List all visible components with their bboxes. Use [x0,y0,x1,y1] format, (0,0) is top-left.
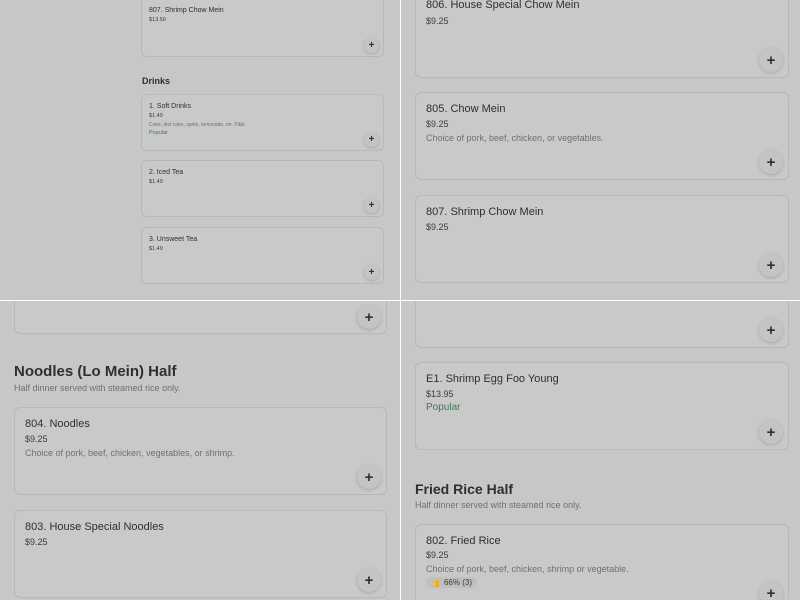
thumbs-up-icon: 👍 [431,578,441,587]
add-item-button[interactable]: + [364,38,379,53]
plus-icon: + [766,321,776,339]
item-name: 805. Chow Mein [426,103,506,115]
rating-text: 66% (3) [443,578,472,587]
item-price: $9.25 [426,119,449,129]
item-name: 807. Shrimp Chow Mein [149,7,224,14]
item-name: 1. Soft Drinks [149,103,192,110]
bottom-left-panel: + Noodles (Lo Mein) Half Half dinner ser… [0,301,400,600]
add-item-button[interactable]: + [357,568,381,592]
menu-item-card[interactable]: 2. Iced Tea $1.49 + [141,160,384,217]
menu-item-card[interactable]: 804. Noodles $9.25 Choice of pork, beef,… [14,407,387,495]
plus-icon: + [364,308,374,326]
add-item-button[interactable]: + [357,305,381,329]
plus-icon: + [766,256,776,274]
item-price: $9.25 [25,434,48,444]
section-subtitle: Half dinner served with steamed rice onl… [14,383,181,393]
item-name: 802. Fried Rice [426,535,501,547]
item-name: E1. Shrimp Egg Foo Young [426,373,559,385]
item-name: 804. Noodles [25,418,90,430]
item-price: $1.49 [149,113,163,119]
section-title: Fried Rice Half [415,481,514,497]
plus-icon: + [766,51,776,69]
add-item-button[interactable]: + [364,132,379,147]
item-description: Choice of pork, beef, chicken, vegetable… [25,448,235,458]
item-price: $13.95 [426,389,454,399]
item-price: $1.49 [149,179,163,185]
add-item-button[interactable]: + [759,420,783,444]
item-price: $9.25 [426,550,449,560]
item-price: $9.25 [25,537,48,547]
menu-item-card[interactable]: + [14,301,387,334]
item-name: 806. House Special Chow Mein [426,0,580,11]
item-price: $13.50 [149,17,166,23]
menu-item-card[interactable]: 1. Soft Drinks $1.49 Coke, diet coke, sp… [141,94,384,151]
item-price: $9.25 [426,222,449,232]
section-title: Noodles (Lo Mein) Half [14,363,177,380]
add-item-button[interactable]: + [759,318,783,342]
add-item-button[interactable]: + [364,265,379,280]
menu-item-card[interactable]: 802. Fried Rice $9.25 Choice of pork, be… [415,524,789,600]
item-description: Choice of pork, beef, chicken, shrimp or… [426,564,629,574]
menu-item-card[interactable]: 807. Shrimp Chow Mein $13.50 + [141,0,384,57]
plus-icon: + [364,571,374,589]
item-price: $1.49 [149,246,163,252]
menu-item-card[interactable]: E1. Shrimp Egg Foo Young $13.95 Popular … [415,362,789,450]
section-title: Drinks [142,76,171,86]
plus-icon: + [368,267,375,278]
popular-badge: Popular [149,130,168,136]
menu-item-card[interactable]: + [415,301,789,348]
rating-chip: 👍 66% (3) [426,577,477,588]
plus-icon: + [368,134,375,145]
section-subtitle: Half dinner served with steamed rice onl… [415,500,582,510]
add-item-button[interactable]: + [759,48,783,72]
bottom-right-panel: + E1. Shrimp Egg Foo Young $13.95 Popula… [401,301,800,600]
add-item-button[interactable]: + [759,581,783,600]
plus-icon: + [766,584,776,600]
popular-badge: Popular [426,402,461,413]
menu-item-card[interactable]: 803. House Special Noodles $9.25 + [14,510,387,598]
item-name: 3. Unsweet Tea [149,236,198,243]
add-item-button[interactable]: + [759,150,783,174]
item-name: 2. Iced Tea [149,169,184,176]
add-item-button[interactable]: + [364,198,379,213]
menu-item-card[interactable]: 807. Shrimp Chow Mein $9.25 + [415,195,789,283]
plus-icon: + [368,40,375,51]
plus-icon: + [766,423,776,441]
menu-item-card[interactable]: 3. Unsweet Tea $1.49 + [141,227,384,284]
horizontal-divider [0,300,800,301]
top-right-panel: 806. House Special Chow Mein $9.25 + 805… [401,0,800,300]
plus-icon: + [364,468,374,486]
menu-item-card[interactable]: 806. House Special Chow Mein $9.25 + [415,0,789,78]
add-item-button[interactable]: + [759,253,783,277]
plus-icon: + [368,200,375,211]
plus-icon: + [766,153,776,171]
item-name: 807. Shrimp Chow Mein [426,206,544,218]
top-left-panel: 807. Shrimp Chow Mein $13.50 + Drinks 1.… [0,0,400,300]
add-item-button[interactable]: + [357,465,381,489]
item-name: 803. House Special Noodles [25,521,164,533]
item-description: Choice of pork, beef, chicken, or vegeta… [426,133,604,143]
item-description: Coke, diet coke, sprite, lemonade, mr. P… [149,122,246,128]
menu-item-card[interactable]: 805. Chow Mein $9.25 Choice of pork, bee… [415,92,789,180]
item-price: $9.25 [426,16,449,26]
